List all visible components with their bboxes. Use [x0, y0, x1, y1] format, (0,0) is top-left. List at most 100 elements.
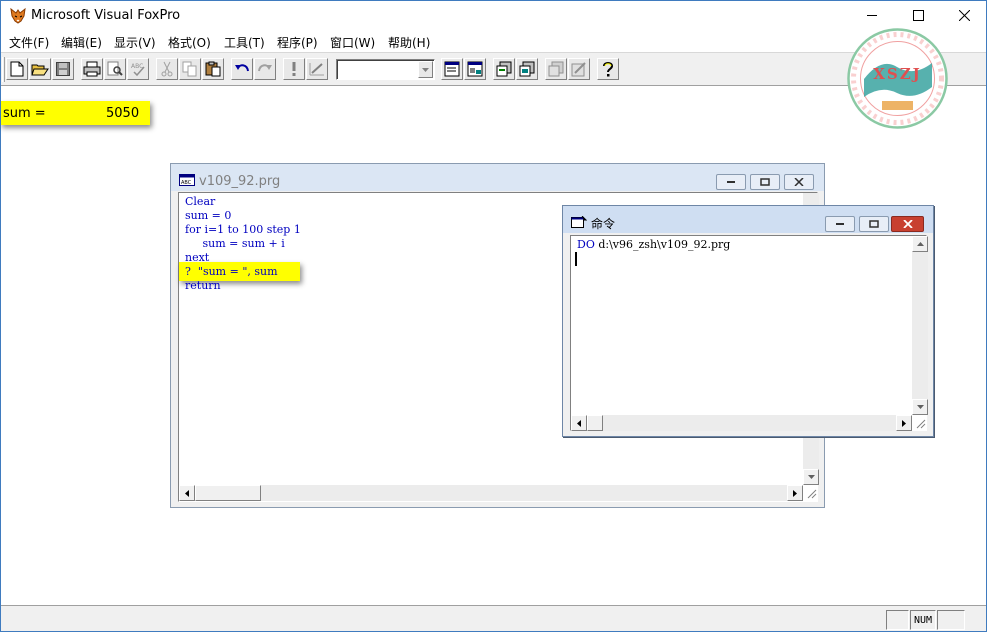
code-line: sum = sum + i [185, 237, 285, 250]
save-icon [56, 62, 70, 76]
svg-text:ABC: ABC [181, 180, 192, 186]
command-line-path: d:\v96_zsh\v109_92.prg [598, 238, 731, 251]
scroll-down-button[interactable] [912, 399, 928, 415]
resize-grip-icon[interactable] [914, 417, 926, 429]
foxpro-logo-icon [10, 7, 26, 24]
command-window-icon [444, 61, 460, 77]
program-file-icon: ABC [179, 174, 195, 186]
open-folder-icon [31, 64, 49, 76]
menu-edit[interactable]: 编辑(E) [61, 34, 102, 51]
save-button[interactable] [52, 58, 74, 80]
open-button[interactable] [29, 58, 51, 80]
run-button[interactable] [283, 58, 305, 80]
horizontal-scroll-thumb[interactable] [195, 485, 261, 501]
help-button[interactable] [597, 58, 619, 80]
command-window-title: 命令 [591, 217, 616, 231]
close-icon [958, 10, 970, 21]
scroll-left-button[interactable] [179, 485, 195, 501]
close-icon [902, 220, 913, 228]
command-window-titlebar[interactable]: 命令 [563, 206, 933, 233]
command-minimize-button[interactable] [825, 216, 855, 232]
minimize-icon [866, 15, 877, 16]
scroll-down-button[interactable] [803, 469, 819, 485]
menu-tools[interactable]: 工具(T) [224, 34, 265, 51]
undo-icon [235, 64, 249, 72]
print-preview-button[interactable] [104, 58, 126, 80]
command-horizontal-scrollbar[interactable] [571, 415, 912, 431]
print-preview-icon [107, 61, 123, 76]
minimize-icon [836, 223, 844, 225]
status-num: NUM [910, 610, 936, 630]
output-label: sum = [3, 106, 46, 121]
title-bar: Microsoft Visual FoxPro [0, 0, 987, 31]
program-window-title: v109_92.prg [199, 174, 281, 189]
data-session-button[interactable] [464, 58, 486, 80]
scroll-right-button[interactable] [787, 485, 803, 501]
command-window-button[interactable] [441, 58, 463, 80]
chevron-down-icon [807, 475, 815, 479]
chevron-left-icon [577, 419, 581, 427]
program-window-titlebar[interactable]: ABC v109_92.prg [171, 164, 824, 191]
toolbar-combo[interactable] [336, 59, 435, 80]
command-window-icon [571, 216, 587, 228]
toolbar-grip[interactable] [2, 57, 5, 82]
cut-button[interactable] [156, 58, 178, 80]
svg-text:XSZJ: XSZJ [873, 65, 922, 83]
horizontal-scroll-thumb[interactable] [587, 415, 603, 431]
code-button[interactable] [545, 58, 567, 80]
print-icon [83, 61, 101, 77]
program-restore-button[interactable] [750, 174, 780, 190]
print-button[interactable] [81, 58, 103, 80]
spell-check-button[interactable]: ABC [127, 58, 149, 80]
redo-icon [258, 64, 272, 72]
text-cursor [575, 252, 577, 266]
scroll-right-button[interactable] [896, 415, 912, 431]
status-panel-empty [886, 610, 909, 630]
cut-icon [161, 61, 173, 77]
chevron-left-icon [185, 489, 189, 497]
command-restore-button[interactable] [859, 216, 889, 232]
menu-view[interactable]: 显示(V) [114, 34, 156, 51]
restore-icon [869, 220, 879, 228]
menu-format[interactable]: 格式(O) [168, 34, 211, 51]
modify-form-icon [309, 63, 324, 76]
modify-form-button[interactable] [306, 58, 328, 80]
menu-window[interactable]: 窗口(W) [330, 34, 375, 51]
command-editor[interactable]: DO d:\v96_zsh\v109_92.prg [570, 235, 928, 431]
output-value: 5050 [106, 106, 140, 121]
menu-program[interactable]: 程序(P) [277, 34, 318, 51]
program-close-button[interactable] [784, 174, 814, 190]
copy-button[interactable] [179, 58, 201, 80]
code-line: return [185, 279, 221, 292]
paste-button[interactable] [202, 58, 224, 80]
command-vertical-scrollbar[interactable] [912, 236, 928, 415]
redo-button[interactable] [254, 58, 276, 80]
resize-grip-icon[interactable] [805, 487, 817, 499]
command-close-button[interactable] [891, 216, 924, 232]
menu-help[interactable]: 帮助(H) [388, 34, 430, 51]
chevron-down-icon [422, 67, 429, 72]
command-window[interactable]: 命令 DO d:\v96_zsh\v109_92.prg [562, 205, 934, 437]
report-designer-button[interactable] [516, 58, 538, 80]
new-file-icon [10, 61, 24, 77]
scroll-up-button[interactable] [912, 236, 928, 252]
chevron-up-icon [916, 242, 924, 246]
chevron-right-icon [793, 489, 797, 497]
code-line: ? "sum = ", sum [185, 265, 278, 278]
program-minimize-button[interactable] [716, 174, 746, 190]
scroll-left-button[interactable] [571, 415, 587, 431]
command-line: DO d:\v96_zsh\v109_92.prg [577, 238, 731, 251]
builder-button[interactable] [568, 58, 590, 80]
program-horizontal-scrollbar[interactable] [179, 485, 803, 501]
code-line: Clear [185, 195, 216, 208]
menu-file[interactable]: 文件(F) [9, 34, 49, 51]
restore-icon [760, 178, 770, 186]
undo-button[interactable] [231, 58, 253, 80]
chevron-right-icon [902, 419, 906, 427]
spell-check-icon: ABC [131, 63, 145, 77]
form-designer-button[interactable] [493, 58, 515, 80]
help-icon [603, 62, 614, 77]
combo-arrow[interactable] [418, 61, 433, 78]
chevron-down-icon [916, 405, 924, 409]
new-button[interactable] [6, 58, 28, 80]
